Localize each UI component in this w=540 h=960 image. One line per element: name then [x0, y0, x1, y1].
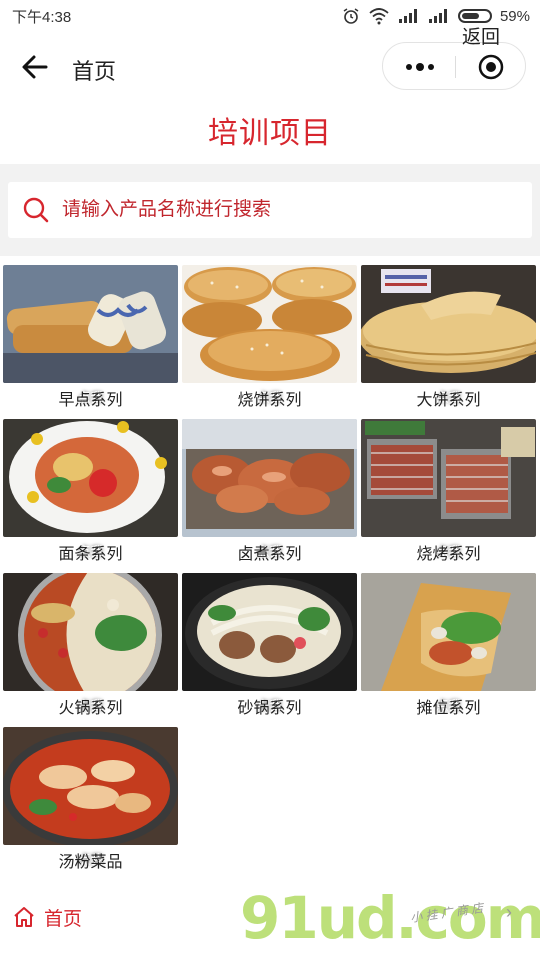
search-box[interactable] — [8, 182, 532, 238]
category-tile-noodles[interactable]: 点我 面条系列 — [3, 419, 178, 564]
category-label: 砂锅系列 — [237, 700, 302, 717]
category-tile-hotpot[interactable]: 点我 火锅系列 — [3, 573, 178, 718]
category-tile-breakfast[interactable]: 点我 早点系列 — [3, 265, 178, 410]
page-heading: 培训项目 — [208, 117, 332, 150]
category-label: 汤粉菜品 — [58, 854, 123, 871]
status-bar: 下午4:38 59% — [0, 0, 540, 32]
category-label: 面条系列 — [58, 546, 123, 563]
watermark: 91ud.com 小 挂 广 商 店 › — [240, 880, 540, 958]
category-tile-flatbread[interactable]: 点我 大饼系列 — [361, 265, 536, 410]
braised-photo — [182, 419, 357, 537]
chevron-right-icon: › — [506, 902, 512, 922]
category-label: 摊位系列 — [416, 700, 481, 717]
battery-icon — [457, 9, 492, 23]
soup-noodles-photo — [3, 727, 178, 845]
hotpot-photo — [3, 573, 178, 691]
alarm-icon — [343, 8, 359, 24]
capsule-divider — [455, 56, 456, 78]
category-label: 烧饼系列 — [237, 392, 302, 409]
close-miniprogram-icon[interactable] — [477, 53, 505, 81]
home-icon — [14, 907, 34, 927]
category-label: 烧烤系列 — [416, 546, 481, 563]
nav-title: 首页 — [72, 59, 117, 84]
status-icons: 59% — [342, 5, 530, 27]
flatbread-photo — [361, 265, 536, 383]
home-link[interactable]: 首页 — [12, 902, 82, 932]
category-tile-sesame-cake[interactable]: 点我 烧饼系列 — [182, 265, 357, 410]
category-tile-stall[interactable]: 点我 摊位系列 — [361, 573, 536, 718]
wifi-icon — [369, 8, 389, 25]
sesame-cake-photo — [182, 265, 357, 383]
miniprogram-capsule — [382, 42, 526, 90]
category-label: 大饼系列 — [416, 392, 481, 409]
breakfast-photo — [3, 265, 178, 383]
category-tile-bbq[interactable]: 点我 烧烤系列 — [361, 419, 536, 564]
category-label: 卤煮系列 — [237, 546, 302, 563]
search-band — [0, 164, 540, 256]
category-tile-soup-noodles[interactable]: 点我 汤粉菜品 — [3, 727, 178, 872]
home-label: 首页 — [44, 908, 83, 930]
watermark-logo: 91ud.com — [240, 884, 540, 952]
stall-photo — [361, 573, 536, 691]
bbq-photo — [361, 419, 536, 537]
status-time: 下午4:38 — [12, 9, 72, 26]
more-icon[interactable] — [403, 56, 437, 78]
signal-icon — [398, 9, 417, 23]
noodles-photo — [3, 419, 178, 537]
back-link[interactable]: 返回 — [462, 22, 500, 49]
battery-percent: 59% — [499, 7, 530, 25]
back-arrow-icon[interactable] — [20, 52, 50, 82]
nav-bar: 首页 — [0, 32, 540, 102]
category-label: 早点系列 — [58, 392, 123, 409]
category-tile-claypot[interactable]: 点我 砂锅系列 — [182, 573, 357, 718]
signal-icon-2 — [428, 9, 447, 23]
claypot-photo — [182, 573, 357, 691]
search-icon — [23, 197, 49, 223]
category-tile-braised[interactable]: 点我 卤煮系列 — [182, 419, 357, 564]
search-input[interactable] — [62, 190, 512, 230]
category-label: 火锅系列 — [58, 700, 123, 717]
